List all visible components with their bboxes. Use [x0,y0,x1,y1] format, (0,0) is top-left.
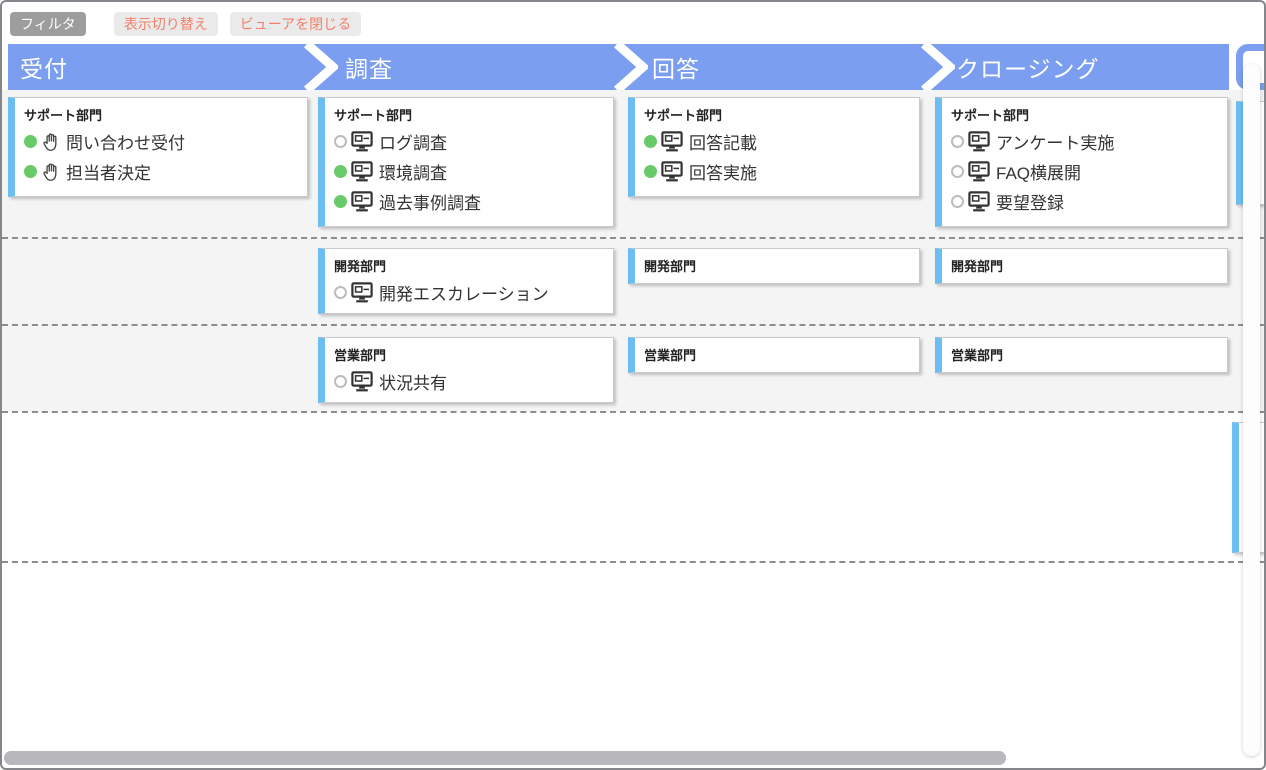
department-label: サポート部門 [24,105,301,124]
task-label: 過去事例調査 [379,189,481,214]
status-pending-icon [334,375,347,388]
phase-label-investigation: 調査 [345,50,393,84]
toolbar: フィルタ 表示切り替え ビューアを閉じる [10,12,373,36]
status-pending-icon [334,135,347,148]
monitor-icon [351,371,373,392]
task-row[interactable]: 担当者決定 [24,156,301,186]
department-label: 営業部門 [951,345,1221,364]
toggle-view-button[interactable]: 表示切り替え [114,12,218,36]
task-row[interactable]: アンケート実施 [951,126,1221,156]
task-label: 回答実施 [689,159,757,184]
task-row[interactable]: FAQ横展開 [951,156,1221,186]
task-row[interactable]: 状況共有 [334,366,607,396]
monitor-icon [351,191,373,212]
workflow-viewer-window: フィルタ 表示切り替え ビューアを閉じる 受付 調査 回答 クロージング サポー… [0,0,1266,770]
hand-icon [41,161,60,182]
task-label: 回答記載 [689,129,757,154]
monitor-icon [968,161,990,182]
task-row[interactable]: 要望登録 [951,186,1221,216]
lane-separator [2,561,1264,563]
status-done-icon [334,165,347,178]
task-row[interactable]: 回答実施 [644,156,913,186]
status-pending-icon [951,195,964,208]
task-label: アンケート実施 [996,129,1114,154]
lane-separator [2,324,1264,326]
status-done-icon [24,165,37,178]
department-label: サポート部門 [644,105,913,124]
task-card-dev-closing: 開発部門 [935,248,1228,284]
department-label: 開発部門 [334,256,607,275]
task-row[interactable]: 開発エスカレーション [334,277,607,307]
status-pending-icon [951,135,964,148]
task-label: FAQ横展開 [996,159,1081,184]
task-label: ログ調査 [379,129,447,154]
task-row[interactable]: 環境調査 [334,156,607,186]
task-card-dev-investigation: 開発部門 開発エスカレーション [318,248,614,314]
department-label: 開発部門 [951,256,1221,275]
task-card-dev-answer: 開発部門 [628,248,920,284]
monitor-icon [351,131,373,152]
task-card-support-reception: サポート部門 問い合わせ受付 担当者決定 [8,97,308,197]
task-card-support-answer: サポート部門 回答記載 回答実施 [628,97,920,197]
task-card-support-closing: サポート部門 アンケート実施 FAQ横展開 要望登録 [935,97,1228,227]
chevron-right-icon [919,44,955,90]
monitor-icon [661,131,683,152]
monitor-icon [661,161,683,182]
close-viewer-button[interactable]: ビューアを閉じる [230,12,361,36]
task-card-sales-investigation: 営業部門 状況共有 [318,337,614,403]
task-row[interactable]: 過去事例調査 [334,186,607,216]
status-pending-icon [334,286,347,299]
status-done-icon [24,135,37,148]
department-label: 開発部門 [644,256,913,275]
task-label: 環境調査 [379,159,447,184]
task-row[interactable]: 問い合わせ受付 [24,126,301,156]
task-card-support-investigation: サポート部門 ログ調査 環境調査 過去事例調査 [318,97,614,227]
lane-separator [2,411,1264,413]
status-done-icon [644,165,657,178]
task-label: 開発エスカレーション [379,280,549,305]
chevron-right-icon [612,44,648,90]
filter-button[interactable]: フィルタ [10,12,86,36]
hand-icon [41,131,60,152]
task-card-sales-closing: 営業部門 [935,337,1228,373]
lane-separator [2,237,1264,239]
phase-label-closing: クロージング [956,50,1100,84]
status-pending-icon [951,165,964,178]
phase-label-answer: 回答 [652,50,700,84]
task-card-sales-answer: 営業部門 [628,337,920,373]
department-label: サポート部門 [334,105,607,124]
vertical-scrollbar-thumb[interactable] [1243,64,1260,756]
monitor-icon [351,282,373,303]
task-row[interactable]: ログ調査 [334,126,607,156]
department-label: 営業部門 [334,345,607,364]
monitor-icon [968,191,990,212]
phase-header-band: 受付 調査 回答 クロージング [8,44,1229,90]
status-done-icon [644,135,657,148]
monitor-icon [968,131,990,152]
task-label: 状況共有 [379,369,447,394]
task-label: 要望登録 [996,189,1064,214]
task-label: 問い合わせ受付 [66,129,185,154]
horizontal-scrollbar-thumb[interactable] [4,751,1006,765]
task-label: 担当者決定 [66,159,151,184]
monitor-icon [351,161,373,182]
chevron-right-icon [302,44,338,90]
task-row[interactable]: 回答記載 [644,126,913,156]
department-label: サポート部門 [951,105,1221,124]
phase-label-reception: 受付 [20,50,68,84]
status-done-icon [334,195,347,208]
department-label: 営業部門 [644,345,913,364]
